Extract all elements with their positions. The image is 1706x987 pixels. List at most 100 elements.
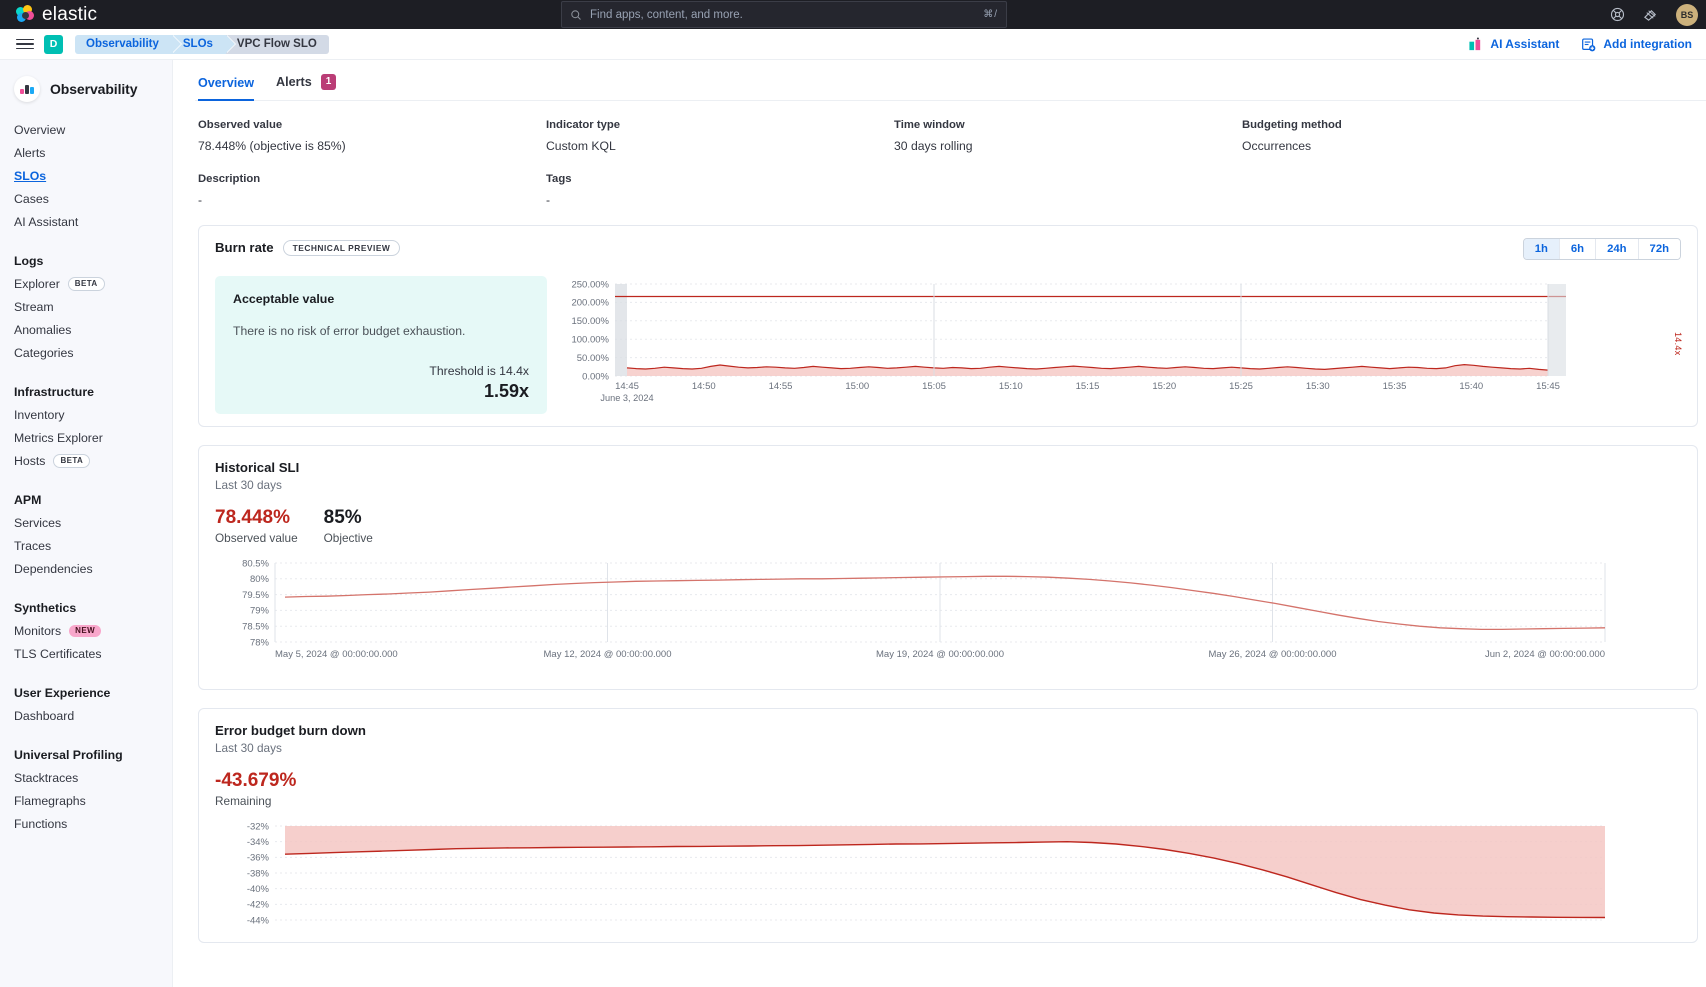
- global-header-actions: BS: [1610, 0, 1698, 29]
- tab-overview[interactable]: Overview: [198, 76, 254, 101]
- observed-value-caption: Observed value: [215, 531, 298, 545]
- add-integration-button[interactable]: Add integration: [1581, 37, 1692, 52]
- sidebar-item-label: Services: [14, 516, 61, 530]
- sidebar-item-dashboard[interactable]: Dashboard: [0, 704, 172, 727]
- svg-text:May 12, 2024 @ 00:00:00.000: May 12, 2024 @ 00:00:00.000: [544, 649, 672, 660]
- burn-rate-chart[interactable]: 0.00%50.00%100.00%150.00%200.00%250.00%1…: [563, 276, 1681, 414]
- svg-text:-40%: -40%: [247, 884, 270, 895]
- sidebar-item-metrics-explorer[interactable]: Metrics Explorer: [0, 426, 172, 449]
- sidebar-group-user-experience: User Experience: [0, 681, 172, 704]
- sidebar-item-stream[interactable]: Stream: [0, 295, 172, 318]
- sidebar-item-label: Flamegraphs: [14, 794, 86, 808]
- user-avatar[interactable]: BS: [1676, 4, 1698, 26]
- sidebar-item-label: Cases: [14, 192, 49, 206]
- svg-text:15:40: 15:40: [1459, 381, 1483, 392]
- stat-objective: 85% Objective: [324, 508, 373, 545]
- tab-label: Overview: [198, 76, 254, 90]
- sidebar-item-functions[interactable]: Functions: [0, 812, 172, 835]
- breadcrumb-actions: AI Assistant Add integration: [1468, 37, 1696, 52]
- sidebar-item-stacktraces[interactable]: Stacktraces: [0, 766, 172, 789]
- svg-text:15:25: 15:25: [1229, 381, 1253, 392]
- sidebar-item-categories[interactable]: Categories: [0, 341, 172, 364]
- objective-caption: Objective: [324, 531, 373, 545]
- svg-text:50.00%: 50.00%: [577, 353, 610, 364]
- elastic-logo[interactable]: elastic: [0, 4, 97, 26]
- burn-rate-threshold-annotation: 14.4x: [1673, 332, 1683, 356]
- error-budget-chart-svg[interactable]: -32%-34%-36%-38%-40%-42%-44%: [215, 820, 1705, 930]
- svg-text:200.00%: 200.00%: [571, 298, 609, 309]
- svg-text:15:30: 15:30: [1306, 381, 1330, 392]
- sidebar-item-label: Monitors: [14, 624, 61, 638]
- sidebar-item-cases[interactable]: Cases: [0, 187, 172, 210]
- svg-text:15:10: 15:10: [999, 381, 1023, 392]
- sidebar-item-overview[interactable]: Overview: [0, 118, 172, 141]
- sidebar-item-monitors[interactable]: Monitors NEW: [0, 619, 172, 642]
- sidebar-item-label: Traces: [14, 539, 51, 553]
- callout-footer: Threshold is 14.4x 1.59x: [233, 364, 529, 402]
- meta-value: 30 days rolling: [894, 139, 1242, 153]
- sidebar-item-inventory[interactable]: Inventory: [0, 403, 172, 426]
- beta-badge: BETA: [53, 454, 90, 468]
- sidebar-item-label: Dashboard: [14, 709, 74, 723]
- svg-text:15:05: 15:05: [922, 381, 946, 392]
- callout-description: There is no risk of error budget exhaust…: [233, 324, 529, 338]
- menu-toggle-button[interactable]: [16, 39, 34, 50]
- svg-text:-42%: -42%: [247, 899, 270, 910]
- sidebar-item-services[interactable]: Services: [0, 511, 172, 534]
- sidebar-item-label: Hosts: [14, 454, 45, 468]
- burn-rate-body: Acceptable value There is no risk of err…: [215, 276, 1681, 414]
- tab-bar: Overview Alerts 1: [195, 74, 1706, 101]
- objective-number: 85%: [324, 508, 373, 528]
- sidebar-item-explorer[interactable]: Explorer BETA: [0, 272, 172, 295]
- sidebar-group-synthetics: Synthetics: [0, 596, 172, 619]
- time-range-72h[interactable]: 72h: [1639, 239, 1680, 259]
- sidebar-item-label: SLOs: [14, 169, 46, 183]
- sidebar-item-traces[interactable]: Traces: [0, 534, 172, 557]
- sidebar-item-anomalies[interactable]: Anomalies: [0, 318, 172, 341]
- ai-assistant-icon: [1468, 37, 1483, 52]
- beta-badge: BETA: [68, 277, 105, 291]
- sidebar-item-dependencies[interactable]: Dependencies: [0, 557, 172, 580]
- meta-value: -: [546, 193, 894, 207]
- svg-text:250.00%: 250.00%: [571, 279, 609, 290]
- burn-rate-chart-svg: 0.00%50.00%100.00%150.00%200.00%250.00%1…: [563, 276, 1573, 414]
- tab-alerts[interactable]: Alerts 1: [276, 74, 336, 101]
- breadcrumb-item-observability[interactable]: Observability: [75, 35, 172, 54]
- main-content: Overview Alerts 1 Observed value 78.448%…: [173, 60, 1706, 987]
- svg-text:May 19, 2024 @ 00:00:00.000: May 19, 2024 @ 00:00:00.000: [876, 649, 1004, 660]
- svg-text:June 3, 2024: June 3, 2024: [600, 393, 653, 403]
- time-range-1h[interactable]: 1h: [1524, 239, 1560, 259]
- sidebar-item-label: Categories: [14, 346, 73, 360]
- meta-description: Description -: [198, 173, 546, 207]
- meta-value: Occurrences: [1242, 139, 1590, 153]
- burn-rate-value: 1.59x: [233, 381, 529, 402]
- time-range-6h[interactable]: 6h: [1560, 239, 1596, 259]
- meta-label: Tags: [546, 173, 894, 185]
- svg-text:150.00%: 150.00%: [571, 316, 609, 327]
- sidebar-item-slos[interactable]: SLOs: [0, 164, 172, 187]
- space-avatar[interactable]: D: [44, 35, 63, 54]
- historical-sli-chart-svg[interactable]: 78%78.5%79%79.5%80%80.5%May 5, 2024 @ 00…: [215, 557, 1705, 677]
- sidebar-item-tls-certificates[interactable]: TLS Certificates: [0, 642, 172, 665]
- sidebar-item-label: Explorer: [14, 277, 60, 291]
- stat-observed-value: 78.448% Observed value: [215, 508, 298, 545]
- svg-text:May 26, 2024 @ 00:00:00.000: May 26, 2024 @ 00:00:00.000: [1209, 649, 1337, 660]
- error-budget-subtitle: Last 30 days: [215, 741, 1681, 755]
- news-icon[interactable]: [1643, 7, 1658, 22]
- global-search-input[interactable]: Find apps, content, and more. ⌘/: [561, 1, 1007, 28]
- svg-text:15:15: 15:15: [1076, 381, 1100, 392]
- app-layout: Observability Overview Alerts SLOs Cases…: [0, 60, 1706, 987]
- sidebar-item-ai-assistant[interactable]: AI Assistant: [0, 210, 172, 233]
- sidebar-item-flamegraphs[interactable]: Flamegraphs: [0, 789, 172, 812]
- technical-preview-badge: TECHNICAL PREVIEW: [283, 240, 401, 256]
- historical-sli-subtitle: Last 30 days: [215, 478, 1681, 492]
- sidebar-item-alerts[interactable]: Alerts: [0, 141, 172, 164]
- slo-metadata-row-2: Description - Tags -: [195, 159, 1706, 207]
- time-range-24h[interactable]: 24h: [1596, 239, 1638, 259]
- svg-text:80.5%: 80.5%: [242, 558, 269, 569]
- svg-text:Jun 2, 2024 @ 00:00:00.000: Jun 2, 2024 @ 00:00:00.000: [1485, 649, 1605, 660]
- svg-text:15:20: 15:20: [1152, 381, 1176, 392]
- ai-assistant-button[interactable]: AI Assistant: [1468, 37, 1559, 52]
- help-icon[interactable]: [1610, 7, 1625, 22]
- sidebar-item-hosts[interactable]: Hosts BETA: [0, 449, 172, 472]
